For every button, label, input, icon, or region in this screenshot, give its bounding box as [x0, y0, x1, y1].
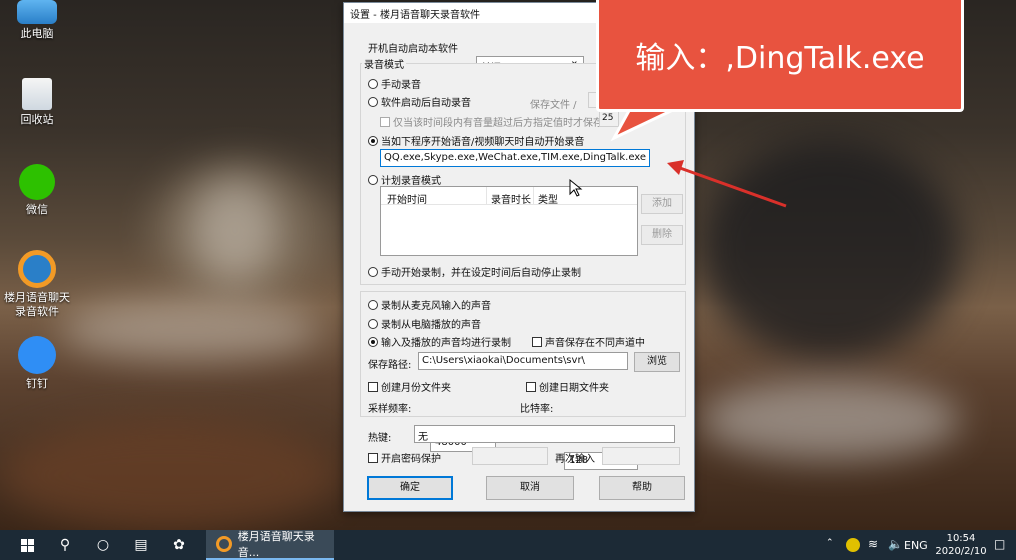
tray-chevron-icon[interactable]: ⌃: [826, 538, 834, 548]
callout-pointer: [610, 107, 676, 142]
headset-icon: [216, 536, 232, 552]
clock[interactable]: 10:54 2020/2/10: [934, 532, 988, 558]
annotation-arrow: [679, 166, 787, 208]
taskbar-app-label: 楼月语音聊天录音...: [237, 530, 315, 559]
callout-box: 输入：,DingTalk.exe: [596, 0, 964, 112]
task-view-icon: ▤: [134, 537, 148, 553]
notification-icon[interactable]: □: [994, 537, 1005, 551]
clock-date: 2020/2/10: [935, 546, 987, 557]
cortana-button[interactable]: ○: [84, 530, 122, 560]
clock-time: 10:54: [946, 533, 976, 544]
tray-app-icon[interactable]: [846, 538, 860, 552]
taskbar: ⚲ ○ ▤ ✿ 楼月语音聊天录音... ⌃ ≋ 🔈 ENG 10:54 2020…: [0, 530, 1016, 560]
search-icon: ⚲: [59, 537, 71, 553]
windows-icon: [20, 538, 34, 552]
start-button[interactable]: [8, 530, 46, 560]
search-button[interactable]: ⚲: [46, 530, 84, 560]
task-view-button[interactable]: ▤: [122, 530, 160, 560]
input-lang[interactable]: ENG: [904, 539, 928, 552]
callout-text: 输入：,DingTalk.exe: [635, 40, 925, 76]
mouse-cursor-icon: [569, 178, 583, 197]
network-icon[interactable]: ≋: [868, 537, 878, 551]
taskbar-app-pinned[interactable]: ✿: [160, 530, 198, 560]
flower-icon: ✿: [173, 537, 185, 553]
arrowhead-icon: [667, 160, 684, 175]
taskbar-app-recorder[interactable]: 楼月语音聊天录音...: [206, 530, 334, 560]
volume-icon[interactable]: 🔈: [888, 537, 903, 551]
circle-icon: ○: [96, 537, 110, 553]
